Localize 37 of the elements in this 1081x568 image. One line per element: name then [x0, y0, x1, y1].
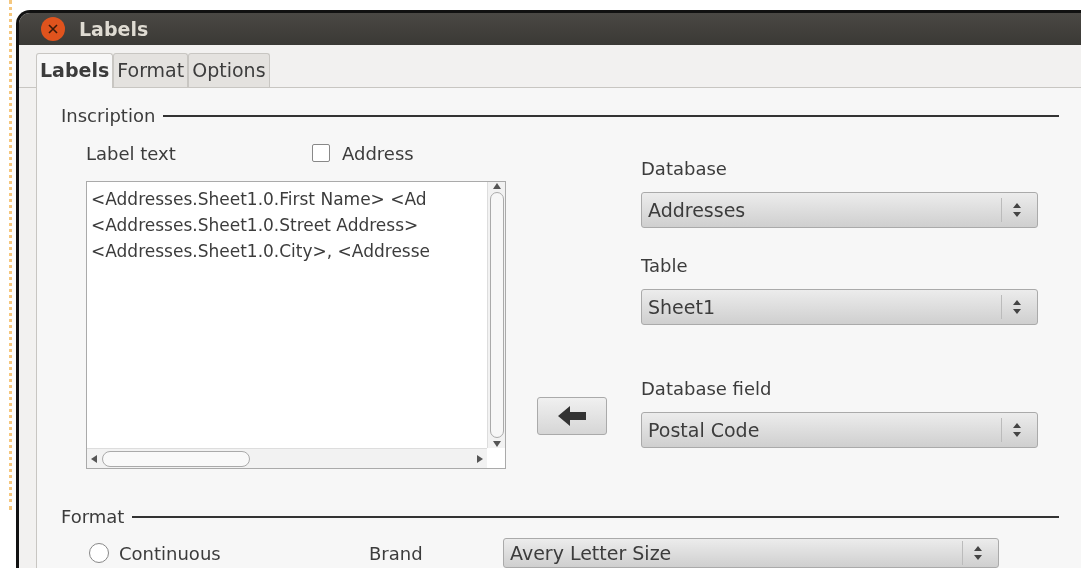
- brand-select[interactable]: Avery Letter Size: [503, 538, 999, 568]
- tab[interactable]: Labels: [36, 52, 114, 88]
- spin-arrows-icon: [972, 545, 983, 561]
- field-label: Label text: [86, 141, 177, 166]
- scroll-right-icon[interactable]: [476, 453, 484, 464]
- field-label: Table: [641, 254, 689, 278]
- scroll-left-icon[interactable]: [90, 453, 98, 464]
- spin-arrows-icon: [1011, 422, 1022, 438]
- tab[interactable]: Format: [113, 52, 189, 87]
- scrollbar-thumb[interactable]: [102, 450, 250, 467]
- section-heading: Inscription: [61, 104, 156, 128]
- checkbox[interactable]: [312, 144, 330, 162]
- field-select[interactable]: Postal Code: [641, 412, 1038, 448]
- radio-button[interactable]: [89, 543, 109, 563]
- field-label: Database field: [641, 377, 773, 401]
- scroll-down-icon[interactable]: [491, 440, 502, 448]
- tab[interactable]: Options: [188, 52, 270, 87]
- section-heading: Format: [61, 505, 125, 529]
- database-select[interactable]: Addresses: [641, 192, 1038, 228]
- checkbox-label: Address: [342, 141, 414, 166]
- radio-label: Continuous: [119, 541, 222, 566]
- text-area[interactable]: <Addresses.Sheet1.0.First Name> <Ad <Addresses.Sheet1.0.Street Address> <Addresses.Sheet1.0.City>, <Addresse: [86, 181, 506, 469]
- text-line: <Addresses.Sheet1.0.Street Address>: [91, 214, 420, 237]
- scroll-up-icon[interactable]: [491, 182, 502, 190]
- left-arrow-icon: [557, 405, 587, 427]
- scrollbar-thumb[interactable]: [489, 192, 504, 438]
- text-line: <Addresses.Sheet1.0.First Name> <Ad: [91, 188, 428, 211]
- field-label: Database: [641, 157, 728, 181]
- spin-arrows-icon: [1011, 299, 1022, 315]
- table-select[interactable]: Sheet1: [641, 289, 1038, 325]
- spin-arrows-icon: [1011, 202, 1022, 218]
- field-label: Brand: [369, 541, 424, 566]
- close-button[interactable]: [41, 16, 65, 41]
- text-line: <Addresses.Sheet1.0.City>, <Addresse: [91, 240, 432, 263]
- insert-button[interactable]: [537, 397, 607, 435]
- window-title: Labels: [79, 16, 149, 42]
- close-icon: [48, 23, 58, 34]
